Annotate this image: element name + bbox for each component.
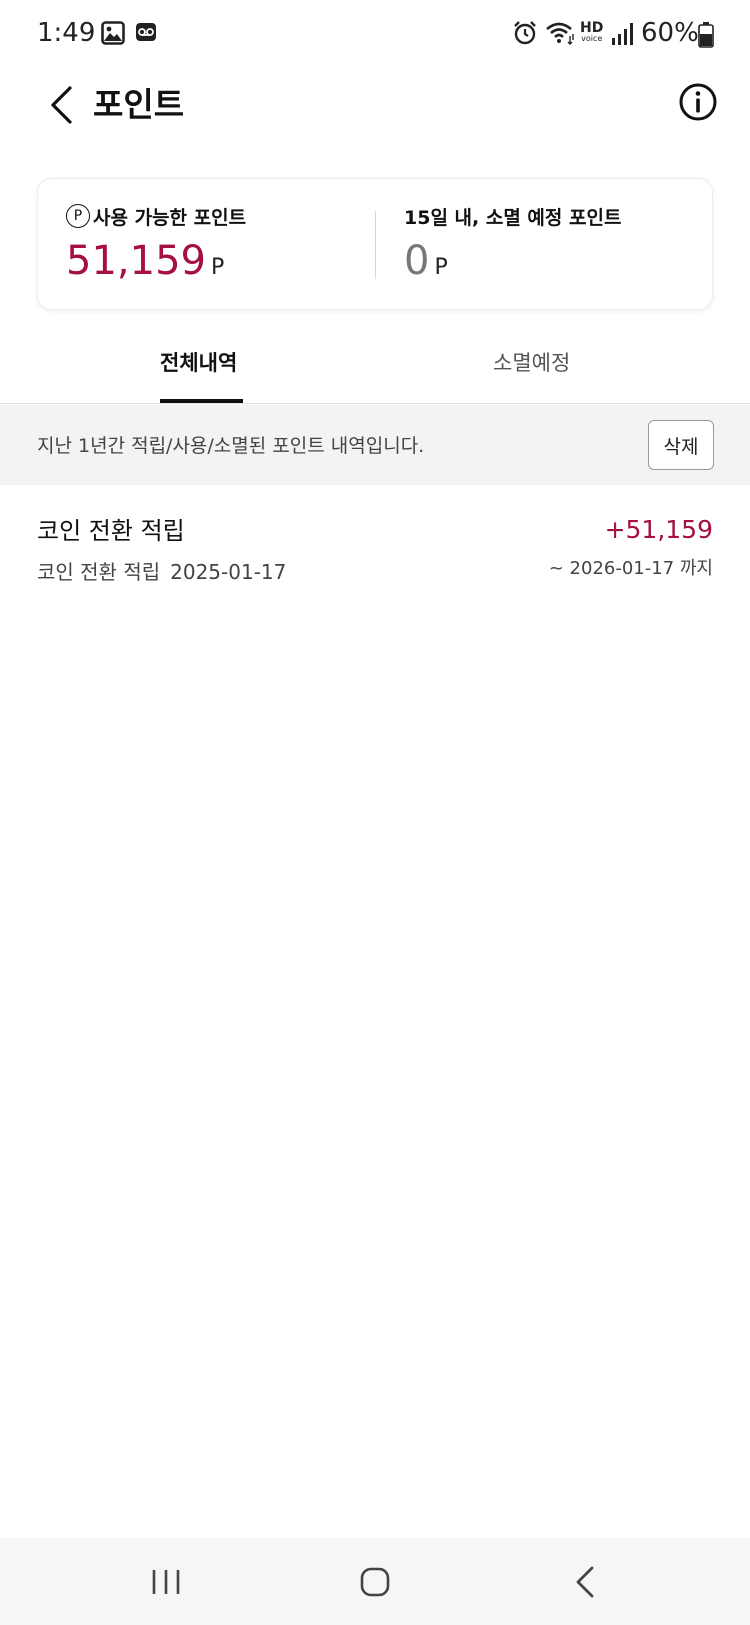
expiring-points-label: 15일 내, 소멸 예정 포인트 — [404, 206, 622, 229]
tab-bar: 전체내역 소멸예정 — [0, 330, 750, 404]
history-item-amount: +51,159 — [604, 515, 713, 544]
expiring-points-unit: P — [434, 255, 448, 280]
info-icon — [679, 83, 717, 121]
available-points-value: 51,159 — [66, 238, 206, 284]
info-button[interactable] — [678, 82, 718, 122]
tab-expiring[interactable]: 소멸예정 — [493, 348, 570, 378]
gallery-icon — [101, 21, 125, 49]
home-button[interactable] — [350, 1560, 400, 1604]
signal-icon — [611, 22, 635, 50]
delete-button[interactable]: 삭제 — [648, 420, 714, 470]
system-nav-bar — [0, 1538, 750, 1625]
page-title: 포인트 — [93, 85, 185, 124]
history-item-title: 코인 전환 적립 — [37, 517, 185, 545]
history-item-date: 2025-01-17 — [170, 560, 287, 584]
available-points-label: P 사용 가능한 포인트 — [66, 203, 246, 229]
battery-percentage: 60% — [641, 18, 699, 48]
expiring-points: 15일 내, 소멸 예정 포인트 0 P — [404, 203, 622, 284]
available-points-unit: P — [210, 255, 225, 280]
tab-all-history[interactable]: 전체내역 — [160, 348, 237, 378]
status-time: 1:49 — [37, 18, 96, 48]
history-notice: 지난 1년간 적립/사용/소멸된 포인트 내역입니다. 삭제 — [0, 405, 750, 485]
nav-back-button[interactable] — [560, 1560, 610, 1604]
point-badge-icon: P — [66, 204, 90, 228]
points-summary-card: P 사용 가능한 포인트 51,159 P 15일 내, 소멸 예정 포인트 0… — [37, 178, 713, 310]
chevron-left-icon — [51, 86, 72, 124]
home-icon — [360, 1567, 390, 1597]
history-item-subtitle: 코인 전환 적립 2025-01-17 — [37, 560, 287, 584]
app-header: 포인트 — [0, 72, 750, 172]
back-icon — [576, 1566, 594, 1598]
active-tab-indicator — [160, 399, 243, 403]
hd-voice-indicator: HD voice — [580, 20, 604, 43]
points-screen: 1:49 HD voice 60% 포인트 P 사용 가능한 포인트 51,15… — [0, 0, 750, 1625]
history-item-expiry: ~ 2026-01-17 까지 — [548, 558, 713, 579]
voicemail-icon — [135, 21, 157, 47]
list-item[interactable]: 코인 전환 적립 코인 전환 적립 2025-01-17 +51,159 ~ 20… — [0, 505, 750, 595]
battery-icon — [698, 22, 714, 52]
status-bar: 1:49 HD voice 60% — [0, 0, 750, 72]
alarm-icon — [512, 20, 538, 50]
expiring-points-value: 0 — [404, 238, 430, 284]
back-button[interactable] — [38, 80, 84, 130]
card-divider — [375, 211, 376, 279]
notice-text: 지난 1년간 적립/사용/소멸된 포인트 내역입니다. — [37, 435, 425, 457]
available-points: P 사용 가능한 포인트 51,159 P — [66, 203, 246, 283]
recents-icon — [152, 1570, 180, 1594]
recents-button[interactable] — [141, 1560, 191, 1604]
wifi-icon — [545, 20, 575, 50]
